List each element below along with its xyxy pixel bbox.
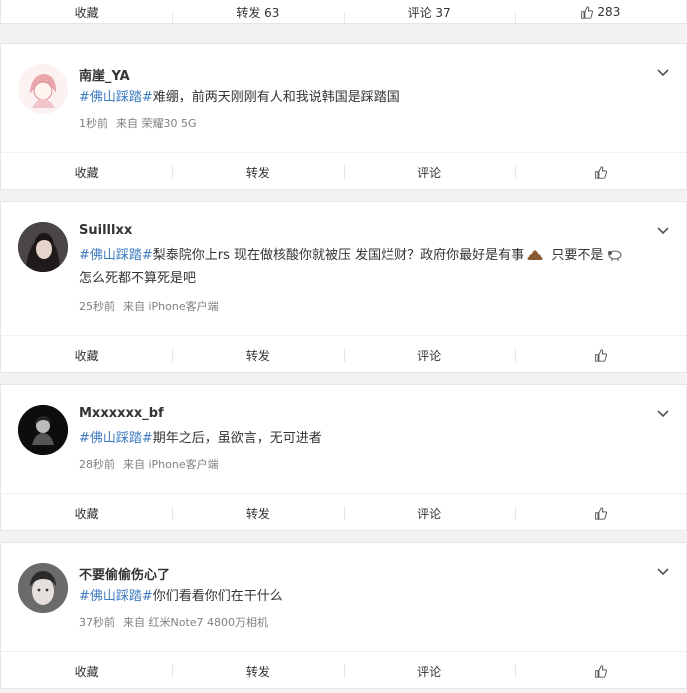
comment-button[interactable]: 评论: [343, 336, 515, 374]
favorite-label: 收藏: [74, 348, 99, 363]
post-meta: 37秒前 来自 红米Note7 4800万相机: [79, 614, 268, 630]
post-body: 梨泰院你上rs 现在做核酸你就被压 发国烂财？政府你最好是有事: [152, 248, 525, 263]
username[interactable]: 不要偷偷伤心了: [79, 564, 170, 583]
username[interactable]: Mxxxxxx_bf: [79, 406, 164, 421]
post-card: 南崖_YA #佛山踩踏#难绷，前两天刚刚有人和我说韩国是踩踏国 1秒前 来自 荣耀…: [0, 43, 687, 190]
comment-button[interactable]: 评论: [343, 652, 515, 690]
repost-button[interactable]: 转发 63: [172, 0, 343, 26]
like-button[interactable]: [514, 336, 686, 374]
favorite-label: 收藏: [74, 506, 99, 521]
post-source: 来自 荣耀30 5G: [116, 117, 197, 130]
like-button[interactable]: 283: [514, 0, 686, 26]
avatar[interactable]: [18, 222, 68, 272]
repost-label: 转发: [245, 664, 270, 679]
comment-label: 评论: [417, 165, 442, 180]
favorite-button[interactable]: 收藏: [1, 0, 172, 24]
thumb-up-icon: [595, 165, 607, 179]
sheep-emoji-icon: [608, 250, 622, 261]
repost-label: 转发 63: [236, 5, 280, 20]
thumb-up-icon: [595, 348, 607, 362]
post-body-line2: 怎么死都不算死是吧: [79, 271, 197, 286]
top-post-footer: 收藏 转发 63 评论 37 283: [0, 0, 687, 26]
comment-label: 评论: [417, 664, 442, 679]
favorite-button[interactable]: 收藏: [1, 494, 172, 532]
post-time[interactable]: 28秒前: [79, 458, 115, 471]
username[interactable]: 南崖_YA: [79, 65, 130, 84]
post-text: #佛山踩踏#梨泰院你上rs 现在做核酸你就被压 发国烂财？政府你最好是有事 只要…: [79, 244, 646, 290]
hashtag-link[interactable]: #佛山踩踏#: [79, 90, 153, 105]
repost-button[interactable]: 转发: [172, 336, 343, 374]
post-time[interactable]: 1秒前: [79, 117, 108, 130]
post-body: 难绷，前两天刚刚有人和我说韩国是踩踏国: [152, 90, 400, 105]
thumb-up-icon: [595, 664, 607, 678]
post-body: 你们看看你们在干什么: [152, 589, 283, 604]
favorite-button[interactable]: 收藏: [1, 652, 172, 690]
avatar[interactable]: [18, 64, 68, 114]
post-card: 不要偷偷伤心了 #佛山踩踏#你们看看你们在干什么 37秒前 来自 红米Note7 …: [0, 542, 687, 689]
favorite-label: 收藏: [74, 165, 99, 180]
avatar[interactable]: [18, 563, 68, 613]
poop-emoji-icon: [527, 250, 543, 260]
thumb-up-icon: [581, 5, 594, 19]
comment-button[interactable]: 评论: [343, 153, 515, 191]
chevron-down-icon[interactable]: [656, 224, 670, 238]
post-time[interactable]: 37秒前: [79, 616, 115, 629]
thumb-up-icon: [595, 506, 607, 520]
post-meta: 28秒前 来自 iPhone客户端: [79, 456, 219, 472]
hashtag-link[interactable]: #佛山踩踏#: [79, 431, 153, 446]
favorite-button[interactable]: 收藏: [1, 153, 172, 191]
repost-button[interactable]: 转发: [172, 153, 343, 191]
chevron-down-icon[interactable]: [656, 66, 670, 80]
post-text: #佛山踩踏#你们看看你们在干什么: [79, 585, 646, 608]
favorite-button[interactable]: 收藏: [1, 336, 172, 374]
post-text: #佛山踩踏#难绷，前两天刚刚有人和我说韩国是踩踏国: [79, 86, 646, 109]
username[interactable]: Suilllxx: [79, 223, 132, 238]
favorite-label: 收藏: [74, 664, 99, 679]
like-button[interactable]: [514, 652, 686, 690]
like-count: 283: [597, 5, 621, 19]
post-body: 期年之后，虽欲言，无可进者: [152, 431, 322, 446]
comment-label: 评论 37: [407, 5, 451, 20]
post-time[interactable]: 25秒前: [79, 300, 115, 313]
hashtag-link[interactable]: #佛山踩踏#: [79, 589, 153, 604]
post-meta: 25秒前 来自 iPhone客户端: [79, 298, 219, 314]
post-source: 来自 红米Note7 4800万相机: [123, 616, 269, 629]
chevron-down-icon[interactable]: [656, 565, 670, 579]
post-source: 来自 iPhone客户端: [123, 300, 219, 313]
like-button[interactable]: [514, 153, 686, 191]
repost-label: 转发: [245, 506, 270, 521]
favorite-label: 收藏: [74, 5, 99, 20]
comment-button[interactable]: 评论 37: [343, 0, 515, 26]
like-button[interactable]: [514, 494, 686, 532]
repost-label: 转发: [245, 165, 270, 180]
chevron-down-icon[interactable]: [656, 407, 670, 421]
hashtag-link[interactable]: #佛山踩踏#: [79, 248, 153, 263]
comment-label: 评论: [417, 506, 442, 521]
post-text: #佛山踩踏#期年之后，虽欲言，无可进者: [79, 427, 646, 450]
post-source: 来自 iPhone客户端: [123, 458, 219, 471]
comment-label: 评论: [417, 348, 442, 363]
post-meta: 1秒前 来自 荣耀30 5G: [79, 115, 197, 131]
post-body-cont: 只要不是: [547, 248, 604, 263]
post-card: Suilllxx #佛山踩踏#梨泰院你上rs 现在做核酸你就被压 发国烂财？政府…: [0, 201, 687, 373]
avatar[interactable]: [18, 405, 68, 455]
repost-button[interactable]: 转发: [172, 494, 343, 532]
post-card: Mxxxxxx_bf #佛山踩踏#期年之后，虽欲言，无可进者 28秒前 来自 iP…: [0, 384, 687, 531]
comment-button[interactable]: 评论: [343, 494, 515, 532]
repost-button[interactable]: 转发: [172, 652, 343, 690]
repost-label: 转发: [245, 348, 270, 363]
